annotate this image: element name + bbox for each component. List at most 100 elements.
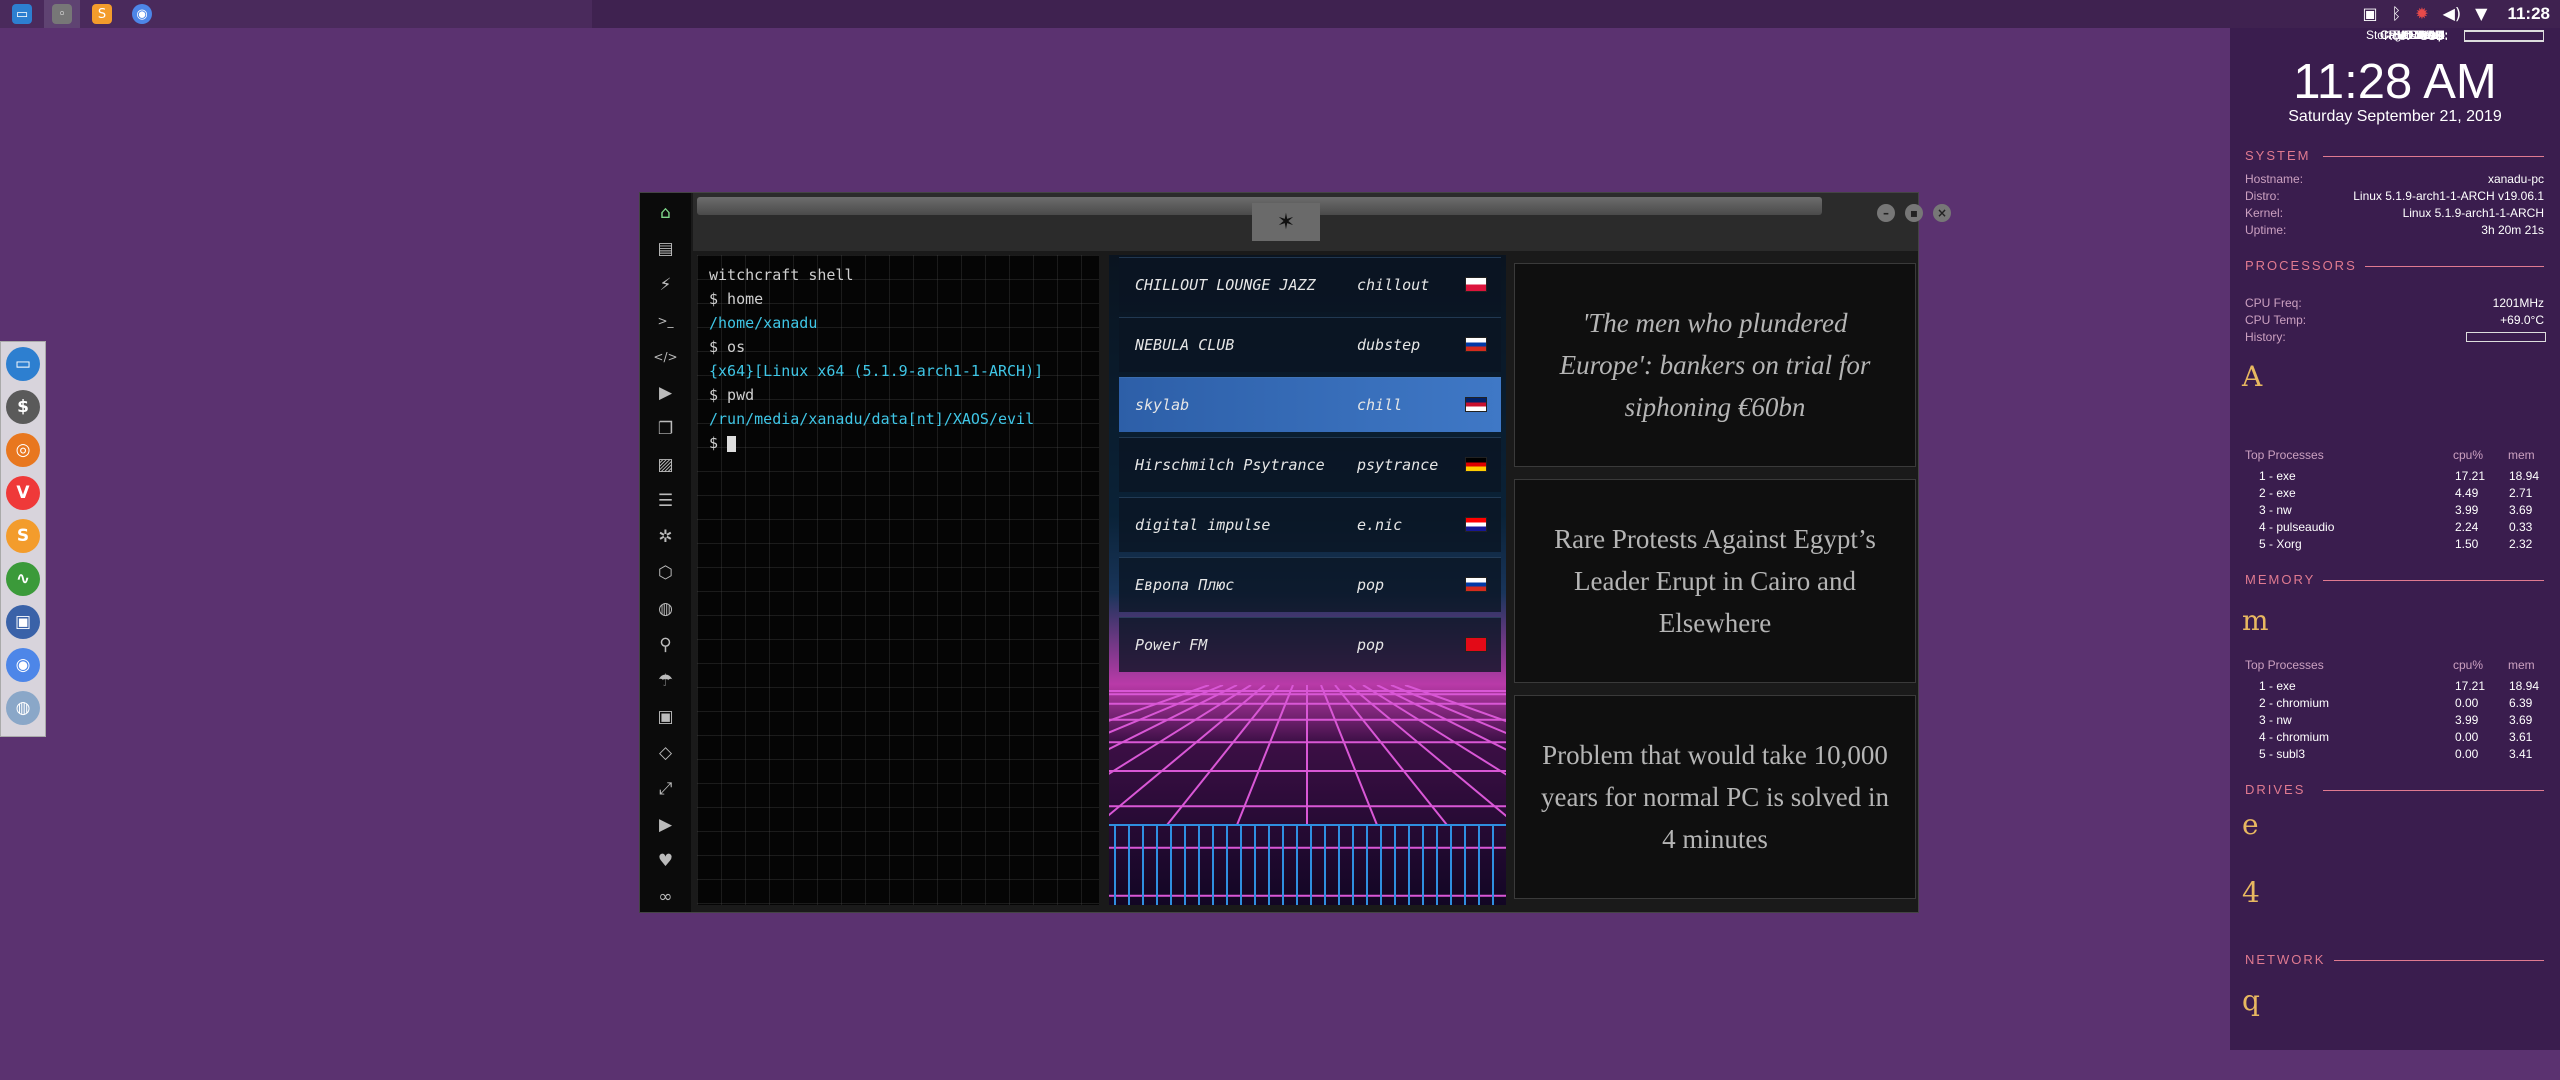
synthwave-grid — [1109, 685, 1506, 905]
news-card[interactable]: Problem that would take 10,000 years for… — [1514, 695, 1916, 899]
radio-station[interactable]: CHILLOUT LOUNGE JAZZ chillout — [1119, 257, 1501, 312]
money-manager-icon[interactable]: $ — [6, 390, 40, 424]
ubuntu-icon[interactable]: ◎ — [6, 433, 40, 467]
country-flag-icon — [1465, 397, 1487, 412]
bluetooth-icon[interactable]: ᛒ — [2392, 0, 2402, 28]
document-icon[interactable]: ▤ — [640, 231, 691, 267]
stat-label: CPU Freq: — [2245, 296, 2302, 310]
process-cpu: 4.49 — [2455, 486, 2479, 500]
terminal-prompt-line[interactable]: $ — [709, 431, 1087, 455]
infinity-icon[interactable]: ∞ — [640, 879, 691, 915]
grid-line — [1348, 685, 1506, 818]
station-name: digital impulse — [1135, 516, 1271, 534]
section-title: NETWORK — [2245, 952, 2326, 967]
top-panel: ▭ ◦ S ◉ ▣ ᛒ ✹ ◀) ▼ 11:28 — [0, 0, 2560, 28]
screenshot-icon[interactable]: ▣ — [2362, 0, 2377, 28]
section-title: DRIVES — [2245, 782, 2306, 797]
umbrella-icon[interactable]: ☂ — [640, 663, 691, 699]
radio-station[interactable]: Power FM pop — [1119, 617, 1501, 672]
home-icon[interactable]: ⌂ — [640, 195, 691, 231]
cpu-history-graph — [2466, 332, 2546, 342]
radio-station[interactable]: digital impulse e.nic — [1119, 497, 1501, 552]
radio-station[interactable]: NEBULA CLUB dubstep — [1119, 317, 1501, 372]
search-icon[interactable]: ⚲ — [640, 627, 691, 663]
chromium-icon: ◉ — [132, 4, 152, 24]
country-flag-icon — [1465, 637, 1487, 652]
process-name: 3 - nw — [2259, 503, 2292, 517]
stat-label: History: — [2245, 330, 2286, 344]
taskbar: ▭ ◦ S ◉ — [0, 0, 592, 28]
files-icon[interactable]: ❐ — [640, 411, 691, 447]
terminal-cursor — [727, 435, 737, 452]
news-headline: 'The men who plundered Europe': bankers … — [1559, 308, 1871, 422]
terminal-command-line: $ pwd — [709, 386, 755, 404]
terminal-icon[interactable]: >_ — [640, 303, 691, 339]
sublime-text-icon[interactable]: S — [6, 519, 40, 553]
chromium-icon[interactable]: ◉ — [6, 648, 40, 682]
volume-icon[interactable]: ◀) — [2443, 0, 2462, 28]
terminal-panel[interactable]: witchcraft shell $ home/home/xanadu $ os {x… — [697, 255, 1099, 905]
lightning-icon[interactable]: ⚡ — [640, 267, 691, 303]
task-files[interactable]: ▭ — [4, 0, 40, 28]
terminal-output-line: /run/media/xanadu/data[nt]/XAOS/evil — [709, 410, 1035, 428]
terminal-output-line: {x64}[Linux x64 (5.1.9-arch1-1-ARCH)] — [709, 362, 1044, 380]
remote-desktop-icon[interactable]: ▣ — [6, 605, 40, 639]
code-icon[interactable]: </> — [640, 339, 691, 375]
rebel-emblem-icon: ✶ — [1252, 203, 1320, 241]
station-genre: chill — [1357, 396, 1403, 414]
station-name: Европа Плюс — [1135, 576, 1235, 594]
task-sublime-text[interactable]: S — [84, 0, 120, 28]
globe-icon[interactable]: ◍ — [640, 591, 691, 627]
update-alert-icon[interactable]: ✹ — [2415, 0, 2428, 28]
radio-station[interactable]: skylab chill — [1119, 377, 1501, 432]
radio-station[interactable]: Hirschmilch Psytrance psytrance — [1119, 437, 1501, 492]
system-monitor-icon[interactable]: ∿ — [6, 562, 40, 596]
settings-icon[interactable]: ✲ — [640, 519, 691, 555]
window-titlebar[interactable]: ✶ – ▪ × — [693, 193, 1951, 251]
radio-station-list: CHILLOUT LOUNGE JAZZ chillout NEBULA CLUB d… — [1109, 255, 1506, 905]
network-icon[interactable]: ◍ — [6, 691, 40, 725]
minimize-button[interactable]: – — [1877, 204, 1895, 222]
section-title: MEMORY — [2245, 572, 2316, 587]
expand-icon[interactable]: ⤢ — [640, 771, 691, 807]
grid-line — [1109, 685, 1224, 734]
radio-station[interactable]: Европа Плюс pop — [1119, 557, 1501, 612]
grid-line — [1109, 685, 1266, 817]
heart-icon[interactable]: ♥ — [640, 843, 691, 879]
news-icon[interactable]: ☰ — [640, 483, 691, 519]
link-icon[interactable]: ◇ — [640, 735, 691, 771]
process-mem: 3.41 — [2509, 747, 2533, 761]
station-name: NEBULA CLUB — [1135, 336, 1235, 354]
wifi-icon[interactable]: ▼ — [2475, 0, 2487, 28]
process-mem: 0.33 — [2509, 520, 2533, 534]
conky-panel: 11:28 AM Saturday September 21, 2019 SYS… — [2230, 28, 2560, 1050]
stat-label: Kernel: — [2245, 206, 2284, 220]
grid-line — [1236, 685, 1294, 826]
youtube-icon[interactable]: ▶ — [640, 807, 691, 843]
news-headline: Rare Protests Against Egypt’s Leader Eru… — [1554, 524, 1876, 638]
stat-label: Uptime: — [2245, 223, 2287, 237]
news-card[interactable]: 'The men who plundered Europe': bankers … — [1514, 263, 1916, 467]
task-chromium[interactable]: ◉ — [124, 0, 160, 28]
process-name: 1 - exe — [2259, 469, 2296, 483]
close-button[interactable]: × — [1933, 204, 1951, 222]
process-cpu: 17.21 — [2455, 679, 2486, 693]
contacts-icon[interactable]: ▣ — [640, 699, 691, 735]
vivaldi-icon[interactable]: V — [6, 476, 40, 510]
top-clock[interactable]: 11:28 — [2507, 4, 2550, 24]
image-icon[interactable]: ▨ — [640, 447, 691, 483]
news-card[interactable]: Rare Protests Against Egypt’s Leader Eru… — [1514, 479, 1916, 683]
process-cpu: 3.99 — [2455, 713, 2479, 727]
grid-line — [1320, 685, 1378, 826]
grid-line — [1334, 685, 1448, 826]
station-genre: pop — [1357, 576, 1385, 594]
station-genre: chillout — [1357, 276, 1430, 294]
play-icon[interactable]: ▶ — [640, 375, 691, 411]
files-icon[interactable]: ▭ — [6, 347, 40, 381]
maximize-button[interactable]: ▪ — [1905, 204, 1923, 222]
hexagon-icon[interactable]: ⬡ — [640, 555, 691, 591]
process-mem: 2.32 — [2509, 537, 2533, 551]
station-genre: psytrance — [1357, 456, 1439, 474]
stat-value: Linux 5.1.9-arch1-1-ARCH — [2402, 206, 2544, 220]
task-active-app[interactable]: ◦ — [44, 0, 80, 28]
